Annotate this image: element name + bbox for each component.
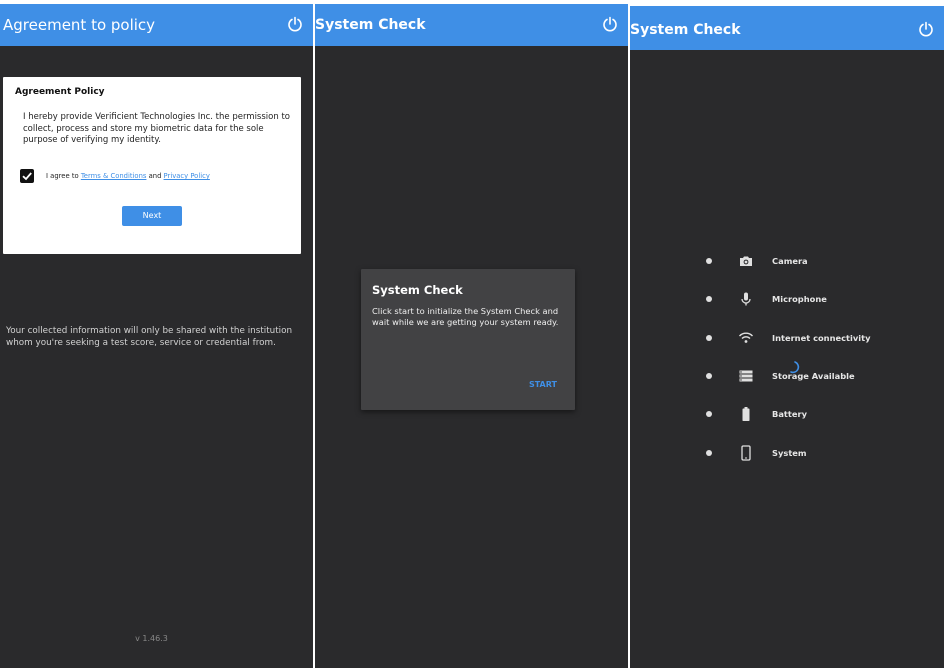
checkmark-icon <box>22 172 32 181</box>
check-label: System <box>772 448 807 458</box>
status-dot <box>706 296 712 302</box>
top-bar: System Check <box>315 4 628 46</box>
wifi-icon <box>738 330 754 346</box>
version-label: v 1.46.3 <box>135 634 168 643</box>
camera-icon <box>738 253 754 269</box>
and-text: and <box>146 172 164 180</box>
status-dot <box>706 335 712 341</box>
terms-link[interactable]: Terms & Conditions <box>81 172 147 180</box>
agree-prefix: I agree to <box>46 172 81 180</box>
card-body: I hereby provide Verificient Technologie… <box>23 112 290 145</box>
agreement-card: Agreement Policy I hereby provide Verifi… <box>3 77 301 254</box>
check-item-internet: Internet connectivity <box>630 328 944 348</box>
agree-checkbox[interactable] <box>20 169 34 183</box>
screen-title: Agreement to policy <box>3 16 156 34</box>
power-icon[interactable] <box>918 21 934 37</box>
top-bar: Agreement to policy <box>0 4 313 46</box>
storage-icon <box>738 368 754 384</box>
system-check-list-screen: System Check Camera Microphone Internet … <box>630 6 944 668</box>
microphone-icon <box>738 291 754 307</box>
check-label: Camera <box>772 256 808 266</box>
power-icon[interactable] <box>287 16 303 32</box>
system-check-dialog-screen: System Check System Check Click start to… <box>315 4 628 668</box>
power-icon[interactable] <box>602 16 618 32</box>
start-button[interactable]: START <box>529 380 557 389</box>
check-label: Internet connectivity <box>772 333 871 343</box>
status-dot <box>706 411 712 417</box>
check-label: Microphone <box>772 294 827 304</box>
status-dot <box>706 373 712 379</box>
status-dot <box>706 450 712 456</box>
info-text: Your collected information will only be … <box>6 326 293 348</box>
system-check-dialog: System Check Click start to initialize t… <box>361 269 575 410</box>
loading-spinner-icon <box>786 359 800 374</box>
card-title: Agreement Policy <box>15 87 105 97</box>
check-label: Storage Available <box>772 371 855 381</box>
battery-icon <box>738 406 754 422</box>
screen-title: System Check <box>630 22 741 38</box>
dialog-body: Click start to initialize the System Che… <box>372 306 559 327</box>
top-bar: System Check <box>630 6 944 50</box>
check-item-system: System <box>630 443 944 463</box>
phone-icon <box>738 445 754 461</box>
check-label: Battery <box>772 409 807 419</box>
privacy-link[interactable]: Privacy Policy <box>164 172 210 180</box>
status-dot <box>706 258 712 264</box>
agreement-screen: Agreement to policy Agreement Policy I h… <box>0 4 313 668</box>
check-item-camera: Camera <box>630 251 944 271</box>
dialog-title: System Check <box>372 283 463 297</box>
agree-text: I agree to Terms & Conditions and Privac… <box>46 172 210 180</box>
next-button[interactable]: Next <box>122 206 182 226</box>
screen-title: System Check <box>315 17 426 33</box>
check-item-microphone: Microphone <box>630 289 944 309</box>
check-item-battery: Battery <box>630 404 944 424</box>
